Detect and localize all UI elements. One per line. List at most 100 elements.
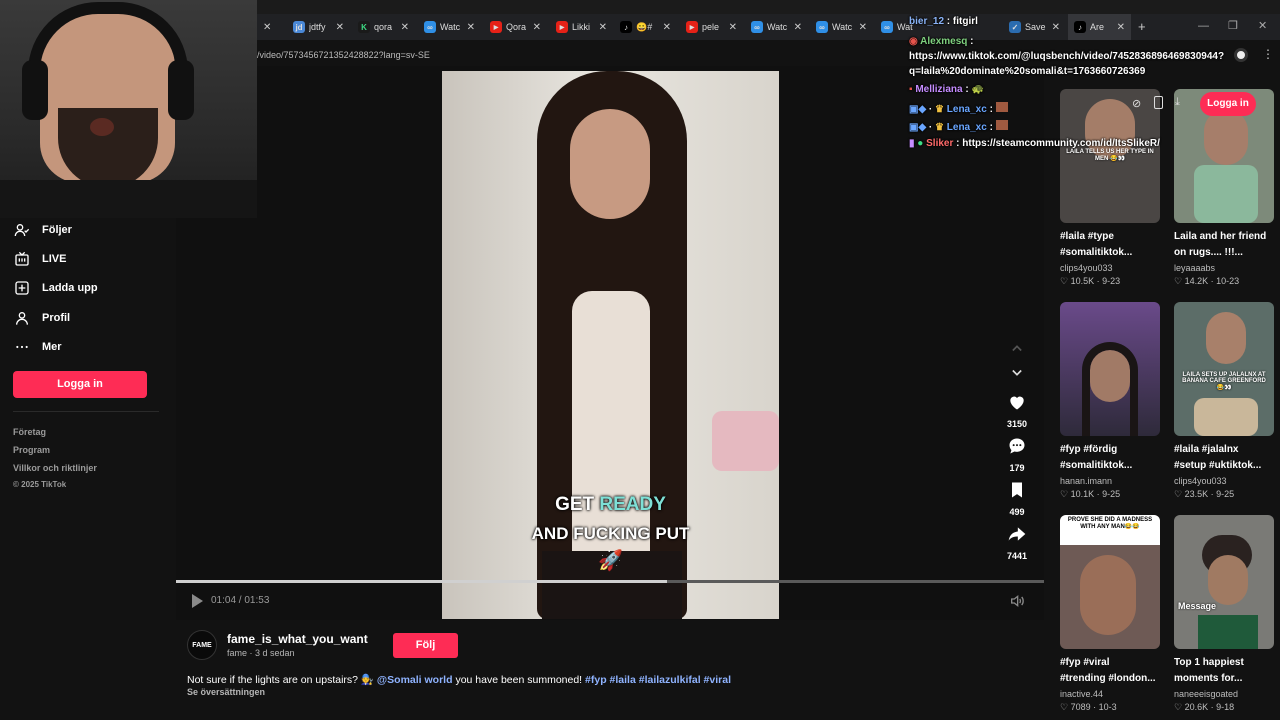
tab-title: Watc [440, 22, 461, 32]
tab[interactable]: ♪ 😀# ✕ [614, 14, 677, 40]
video-player[interactable]: GET READY AND FUCKING PUT 🚀 [442, 71, 779, 619]
chat-message-text: q=laila%20dominate%20somali&t=1763660726… [909, 66, 1146, 77]
video-card[interactable]: Laila and her friend on rugs.... !!!... l… [1174, 89, 1274, 287]
card-title: #laila #jalalnx #setup #uktiktok... [1174, 444, 1262, 471]
thumbnail-text: PROVE SHE DID A MADNESS WITH ANY MAN😂😂 [1067, 517, 1153, 530]
sidebar-item-label: Följer [42, 224, 72, 236]
login-button[interactable]: Logga in [13, 371, 147, 398]
badge-icon: ▣◆ [909, 122, 927, 133]
thumb-body [1194, 165, 1258, 223]
maximize-icon[interactable]: ❐ [1228, 19, 1238, 32]
comment-button[interactable] [1006, 436, 1028, 461]
tab[interactable]: ▶ Qora ✕ [484, 14, 547, 40]
tab-title: Qora [506, 22, 527, 32]
video-card[interactable]: LAILA SETS UP JALALNX AT BANANA CAFE GRE… [1174, 302, 1274, 500]
minimize-icon[interactable]: — [1198, 20, 1209, 32]
emote-icon [995, 120, 1008, 130]
hashtag-link[interactable]: #viral [704, 674, 731, 686]
tab-favicon-icon: ▶ [686, 21, 698, 33]
tab[interactable]: Kqora ✕ [352, 14, 415, 40]
close-icon[interactable]: ✕ [467, 22, 475, 33]
previous-video-icon[interactable] [1006, 338, 1028, 363]
card-author[interactable]: naneeeisgoated [1174, 689, 1274, 699]
comment-count: 179 [1009, 463, 1025, 473]
sidebar-item-live[interactable]: LIVE [14, 251, 66, 267]
tab[interactable]: ▶ pele ✕ [680, 14, 743, 40]
close-icon[interactable]: ✕ [663, 22, 671, 33]
close-icon[interactable]: ✕ [533, 22, 541, 33]
video-thumbnail: Message [1174, 515, 1274, 649]
tab-favicon-icon: K [358, 21, 370, 33]
mention-link[interactable]: @Somali world [377, 674, 453, 686]
volume-icon[interactable] [1009, 593, 1025, 614]
sidebar-item-upload[interactable]: Ladda upp [14, 280, 98, 296]
header-login-button[interactable]: Logga in [1200, 92, 1256, 116]
share-button[interactable] [1006, 524, 1028, 549]
play-icon[interactable] [190, 593, 204, 614]
video-card[interactable]: Message Top 1 happiest moments for... nan… [1174, 515, 1274, 713]
close-icon[interactable]: ✕ [336, 22, 344, 33]
card-author[interactable]: hanan.imann [1060, 476, 1160, 486]
save-button[interactable] [1006, 480, 1028, 505]
badge-icon: ▮ [909, 138, 915, 149]
tab-favicon-icon: ▶ [556, 21, 568, 33]
video-thumbnail: PROVE SHE DID A MADNESS WITH ANY MAN😂😂 [1060, 515, 1160, 649]
bookmark-icon [1012, 482, 1022, 498]
author-username[interactable]: fame_is_what_you_want [227, 632, 368, 646]
card-author[interactable]: clips4you033 [1174, 476, 1274, 486]
window-close-icon[interactable]: ✕ [1258, 19, 1267, 32]
shirt [0, 180, 257, 218]
upload-icon [15, 281, 29, 295]
close-icon[interactable]: ✕ [401, 22, 409, 33]
thumb-face [1204, 109, 1248, 165]
follow-button[interactable]: Följ [393, 633, 458, 658]
webcam-overlay [0, 0, 257, 218]
tab[interactable]: ∞ Watc ✕ [418, 14, 481, 40]
footer-link-terms[interactable]: Villkor och riktlinjer [13, 463, 97, 473]
card-author[interactable]: leyaaaabs [1174, 263, 1274, 273]
close-icon[interactable]: ✕ [794, 22, 802, 33]
browser-menu-icon[interactable]: ⋮ [1262, 47, 1274, 61]
sidebar: Följer LIVE Ladda upp Profil Mer Företag… [0, 218, 176, 720]
author-avatar[interactable]: FAME [187, 630, 217, 660]
device-icon[interactable] [1154, 96, 1163, 109]
tab-title: jdtfy [309, 22, 326, 32]
card-meta: ♡ 23.5K · 9-25 [1174, 489, 1235, 499]
chat-message: ▪ Melliziana : 🐢 [909, 84, 984, 95]
download-icon[interactable]: ⤓ [1175, 96, 1180, 109]
next-video-icon[interactable] [1006, 363, 1028, 388]
sidebar-item-more[interactable]: Mer [14, 339, 62, 355]
sidebar-item-following[interactable]: Följer [14, 222, 72, 238]
like-button[interactable] [1006, 392, 1028, 417]
hashtag-link[interactable]: #lailazulkifal [639, 674, 701, 686]
tab-partial[interactable]: ✕ [257, 14, 285, 40]
hashtag-link[interactable]: #laila [610, 674, 636, 686]
see-translation-link[interactable]: Se översättningen [187, 687, 265, 697]
tab[interactable]: ∞ Watc ✕ [745, 14, 808, 40]
close-icon[interactable]: ✕ [859, 22, 867, 33]
hashtag-link[interactable]: #fyp [585, 674, 607, 686]
profile-icon[interactable] [1234, 48, 1248, 62]
card-meta: ♡ 10.5K · 9-23 [1060, 276, 1121, 286]
video-card[interactable]: PROVE SHE DID A MADNESS WITH ANY MAN😂😂 #… [1060, 515, 1160, 713]
video-card[interactable]: #fyp #fördig #somalitiktok... hanan.imann… [1060, 302, 1160, 500]
tab[interactable]: jd jdtfy ✕ [287, 14, 350, 40]
post-meta: fame · 3 d sedan [227, 648, 295, 658]
heart-outline-icon: ♡ [1174, 702, 1183, 712]
sidebar-item-label: LIVE [42, 253, 67, 265]
tab[interactable]: ▶ Likki ✕ [550, 14, 613, 40]
video-time: 01:04 / 01:53 [211, 595, 270, 606]
sidebar-item-profile[interactable]: Profil [14, 310, 70, 326]
card-author[interactable]: inactive.44 [1060, 689, 1160, 699]
tab-favicon-icon: ♪ [620, 21, 632, 33]
share-icon [1008, 527, 1026, 541]
close-icon[interactable]: ✕ [599, 22, 607, 33]
footer-link-program[interactable]: Program [13, 445, 50, 455]
close-icon[interactable]: ✕ [263, 22, 271, 33]
footer-link-company[interactable]: Företag [13, 427, 46, 437]
card-author[interactable]: clips4you033 [1060, 263, 1160, 273]
card-meta: ♡ 10.1K · 9-25 [1060, 489, 1121, 499]
close-icon[interactable]: ✕ [729, 22, 737, 33]
tab[interactable]: ∞ Watc ✕ [810, 14, 873, 40]
heart-outline-icon: ♡ [1174, 489, 1183, 499]
